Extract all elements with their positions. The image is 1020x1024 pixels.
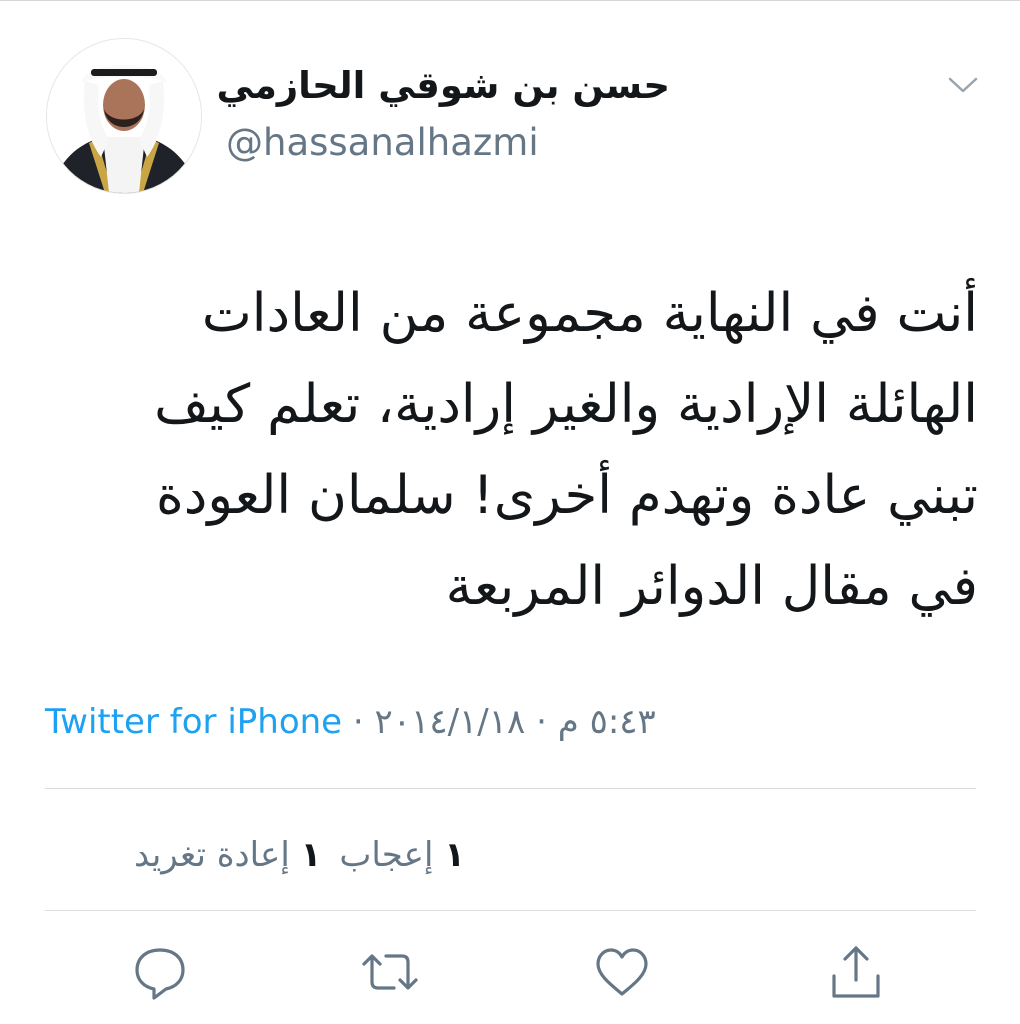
tweet-text-line: تبني عادة وتهدم أخرى! سلمان العودة	[155, 465, 978, 526]
chevron-down-icon[interactable]	[944, 70, 982, 100]
meta-separator: ·	[536, 702, 547, 742]
reply-icon[interactable]	[130, 940, 190, 1004]
tweet-date[interactable]: ٢٠١٤/١/١٨	[375, 702, 526, 742]
retweets-label: إعادة تغريد	[133, 835, 290, 875]
user-handle[interactable]: @hassanalhazmi	[226, 118, 539, 168]
source-link[interactable]: Twitter for iPhone	[45, 702, 342, 742]
likes-count: ١	[444, 835, 465, 875]
share-icon[interactable]	[826, 940, 886, 1004]
action-bar	[0, 940, 1020, 1010]
tweet-text-line: في مقال الدوائر المربعة	[445, 556, 978, 617]
tweet-stats: ١ إعجاب١ إعادة تغريد	[45, 826, 465, 884]
top-divider	[0, 0, 1020, 1]
tweet-meta: Twitter for iPhone · ٢٠١٤/١/١٨ · ٥:٤٣ م	[45, 696, 985, 748]
heart-icon[interactable]	[592, 940, 652, 1004]
avatar[interactable]	[46, 38, 202, 194]
tweet-time[interactable]: ٥:٤٣ م	[558, 702, 656, 742]
tweet-text-line: الهائلة الإرادية والغير إرادية، تعلم كيف	[154, 374, 978, 435]
avatar-image	[47, 39, 201, 193]
likes-label: إعجاب	[339, 835, 434, 875]
retweets-count: ١	[300, 835, 322, 875]
retweet-icon[interactable]	[360, 940, 420, 1004]
tweet-text-line: أنت في النهاية مجموعة من العادات	[201, 283, 978, 344]
divider	[45, 910, 976, 911]
display-name[interactable]: حسن بن شوقي الحازمي	[200, 60, 670, 112]
tweet-text: أنت في النهاية مجموعة من العادات الهائلة…	[60, 268, 978, 632]
meta-separator: ·	[352, 702, 364, 742]
likes-stat[interactable]: ١ إعجاب	[339, 835, 465, 875]
divider	[45, 788, 976, 789]
retweets-stat[interactable]: ١ إعادة تغريد	[134, 835, 321, 875]
